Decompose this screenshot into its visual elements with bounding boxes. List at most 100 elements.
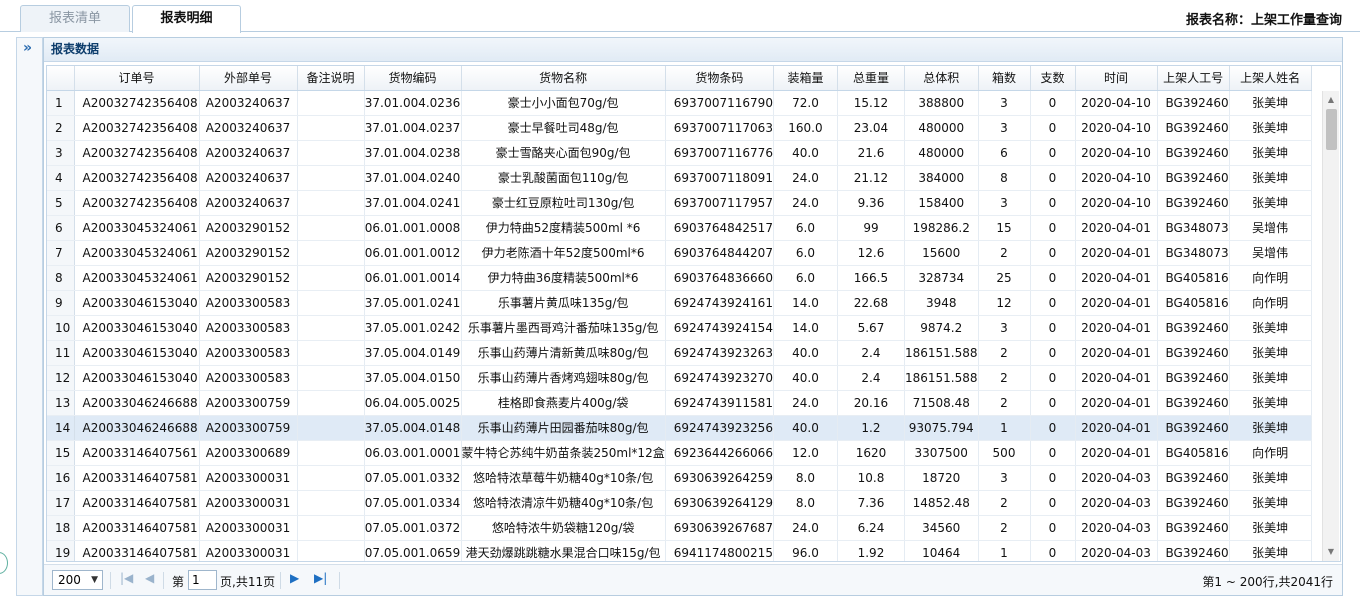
external-no-cell: A2003300031 — [199, 465, 298, 491]
pieces-cell: 0 — [1030, 190, 1076, 216]
goods-code-cell: 06.04.005.0025 — [364, 390, 462, 416]
barcode-cell: 6930639267687 — [665, 515, 774, 541]
table-row[interactable]: 19 A20033146407581 A2003300031 07.05.001.06… — [47, 540, 1312, 561]
edge-handle[interactable] — [0, 552, 8, 574]
table-row[interactable]: 11 A20033046153040 A2003300583 37.05.004.01… — [47, 340, 1312, 366]
scroll-up-icon[interactable]: ▲ — [1323, 93, 1339, 107]
col-header-time[interactable]: 时间 — [1075, 66, 1158, 91]
col-header-total-weight[interactable]: 总重量 — [837, 66, 905, 91]
col-header-worker-id[interactable]: 上架人工号 — [1157, 66, 1230, 91]
order-no-cell: A20033046246688 — [74, 390, 200, 416]
row-number: 11 — [47, 340, 75, 366]
tab-report-detail[interactable]: 报表明细 — [132, 5, 241, 33]
table-row[interactable]: 10 A20033046153040 A2003300583 37.05.001.02… — [47, 315, 1312, 341]
goods-name-cell: 乐事薯片黄瓜味135g/包 — [461, 290, 666, 316]
cases-cell: 25 — [978, 265, 1031, 291]
row-number: 10 — [47, 315, 75, 341]
table-row[interactable]: 5 A20032742356408 A2003240637 37.01.004.024… — [47, 190, 1312, 216]
total-weight-cell: 1.2 — [837, 415, 905, 441]
col-header-remark[interactable]: 备注说明 — [297, 66, 365, 91]
cases-cell: 2 — [978, 490, 1031, 516]
table-row[interactable]: 17 A20033146407581 A2003300031 07.05.001.03… — [47, 490, 1312, 516]
pack-qty-cell: 40.0 — [773, 340, 838, 366]
external-no-cell: A2003300759 — [199, 390, 298, 416]
total-weight-cell: 15.12 — [837, 90, 905, 116]
total-volume-cell: 384000 — [904, 165, 979, 191]
last-page-icon[interactable]: ▶| — [314, 571, 327, 585]
goods-name-cell: 乐事薯片墨西哥鸡汁番茄味135g/包 — [461, 315, 666, 341]
pieces-cell: 0 — [1030, 140, 1076, 166]
first-page-icon[interactable]: |◀ — [120, 571, 133, 585]
double-chevron-right-icon[interactable]: » — [23, 40, 32, 56]
page-size-select[interactable]: 200 ▼ — [52, 570, 103, 590]
side-collapse-strip[interactable]: » — [16, 37, 43, 596]
cases-cell: 2 — [978, 390, 1031, 416]
table-row[interactable]: 15 A20033146407561 A2003300689 06.03.001.00… — [47, 440, 1312, 466]
col-header-order-no[interactable]: 订单号 — [74, 66, 200, 91]
order-no-cell: A20033046153040 — [74, 365, 200, 391]
pieces-cell: 0 — [1030, 290, 1076, 316]
table-row[interactable]: 8 A20033045324061 A2003290152 06.01.001.001… — [47, 265, 1312, 291]
goods-name-cell: 乐事山药薄片清新黄瓜味80g/包 — [461, 340, 666, 366]
row-number: 18 — [47, 515, 75, 541]
pieces-cell: 0 — [1030, 415, 1076, 441]
next-page-icon[interactable]: ▶ — [290, 571, 299, 585]
total-weight-cell: 23.04 — [837, 115, 905, 141]
scroll-thumb[interactable] — [1326, 109, 1337, 150]
row-number: 9 — [47, 290, 75, 316]
scroll-down-icon[interactable]: ▼ — [1323, 545, 1339, 559]
table-row[interactable]: 7 A20033045324061 A2003290152 06.01.001.001… — [47, 240, 1312, 266]
col-header-rownum — [47, 66, 75, 91]
table-row[interactable]: 6 A20033045324061 A2003290152 06.01.001.000… — [47, 215, 1312, 241]
table-row[interactable]: 2 A20032742356408 A2003240637 37.01.004.023… — [47, 115, 1312, 141]
table-row[interactable]: 12 A20033046153040 A2003300583 37.05.004.01… — [47, 365, 1312, 391]
pack-qty-cell: 6.0 — [773, 215, 838, 241]
col-header-worker-name[interactable]: 上架人姓名 — [1229, 66, 1312, 91]
row-number: 12 — [47, 365, 75, 391]
barcode-cell: 6924743911581 — [665, 390, 774, 416]
total-weight-cell: 7.36 — [837, 490, 905, 516]
page-number-input[interactable] — [188, 570, 217, 590]
total-weight-cell: 5.67 — [837, 315, 905, 341]
barcode-cell: 6924743923270 — [665, 365, 774, 391]
cases-cell: 500 — [978, 440, 1031, 466]
divider — [280, 572, 281, 589]
table-row[interactable]: 13 A20033046246688 A2003300759 06.04.005.00… — [47, 390, 1312, 416]
total-weight-cell: 10.8 — [837, 465, 905, 491]
worker-id-cell: BG392460 — [1157, 365, 1230, 391]
worker-name-cell: 张美坤 — [1229, 140, 1312, 166]
table-row[interactable]: 18 A20033146407581 A2003300031 07.05.001.03… — [47, 515, 1312, 541]
col-header-total-volume[interactable]: 总体积 — [904, 66, 979, 91]
col-header-goods-name[interactable]: 货物名称 — [461, 66, 666, 91]
row-number: 19 — [47, 540, 75, 561]
col-header-cases[interactable]: 箱数 — [978, 66, 1031, 91]
order-no-cell: A20033146407581 — [74, 465, 200, 491]
remark-cell — [297, 215, 365, 241]
divider — [110, 572, 111, 589]
table-row[interactable]: 1 A20032742356408 A2003240637 37.01.004.023… — [47, 90, 1312, 116]
vertical-scrollbar[interactable]: ▲ ▼ — [1322, 91, 1339, 561]
barcode-cell: 6937007116776 — [665, 140, 774, 166]
order-no-cell: A20033046153040 — [74, 315, 200, 341]
pack-qty-cell: 96.0 — [773, 540, 838, 561]
col-header-goods-code[interactable]: 货物编码 — [364, 66, 462, 91]
total-volume-cell: 480000 — [904, 140, 979, 166]
goods-name-cell: 悠哈特浓清凉牛奶糖40g*10条/包 — [461, 490, 666, 516]
remark-cell — [297, 515, 365, 541]
col-header-external-no[interactable]: 外部单号 — [199, 66, 298, 91]
goods-name-cell: 豪士雪酪夹心面包90g/包 — [461, 140, 666, 166]
table-row[interactable]: 9 A20033046153040 A2003300583 37.05.001.024… — [47, 290, 1312, 316]
table-row[interactable]: 4 A20032742356408 A2003240637 37.01.004.024… — [47, 165, 1312, 191]
total-volume-cell: 3307500 — [904, 440, 979, 466]
table-row[interactable]: 16 A20033146407581 A2003300031 07.05.001.03… — [47, 465, 1312, 491]
prev-page-icon[interactable]: ◀ — [145, 571, 154, 585]
worker-name-cell: 张美坤 — [1229, 540, 1312, 561]
col-header-pack-qty[interactable]: 装箱量 — [773, 66, 838, 91]
tab-report-list[interactable]: 报表清单 — [20, 5, 130, 32]
worker-name-cell: 吴增伟 — [1229, 240, 1312, 266]
table-row[interactable]: 14 A20033046246688 A2003300759 37.05.004.01… — [47, 415, 1312, 441]
col-header-barcode[interactable]: 货物条码 — [665, 66, 774, 91]
data-grid: 订单号 外部单号 备注说明 货物编码 货物名称 货物条码 装箱量 总重量 总体积… — [46, 65, 1341, 562]
table-row[interactable]: 3 A20032742356408 A2003240637 37.01.004.023… — [47, 140, 1312, 166]
col-header-pieces[interactable]: 支数 — [1030, 66, 1076, 91]
